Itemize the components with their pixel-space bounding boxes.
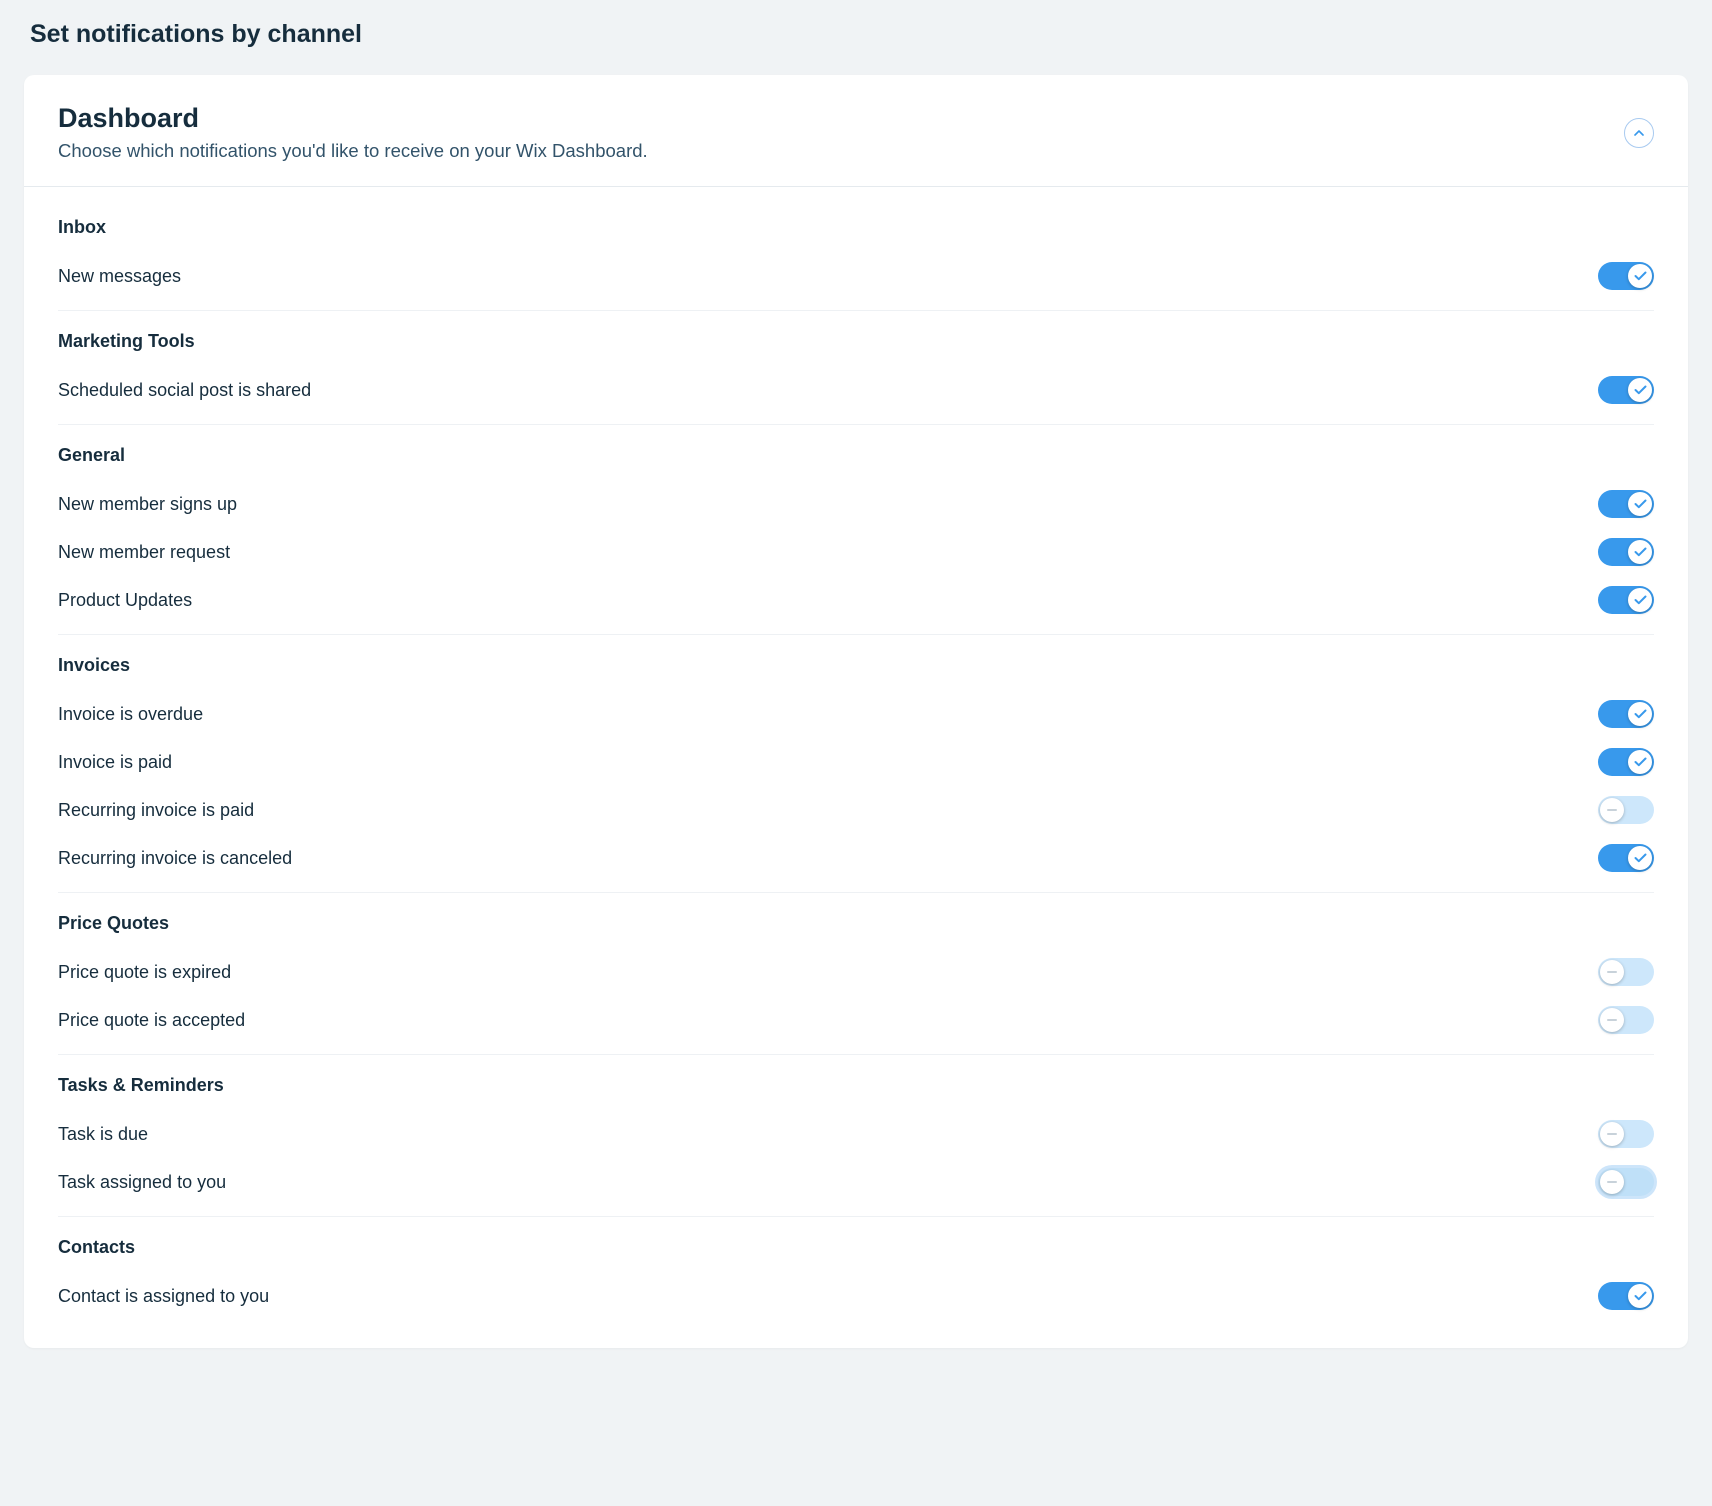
toggle-switch[interactable]: [1598, 1006, 1654, 1034]
settings-group: Marketing Tools Scheduled social post is …: [58, 311, 1654, 425]
setting-label: Invoice is paid: [58, 752, 172, 773]
group-title: Price Quotes: [58, 913, 1654, 934]
card-header: Dashboard Choose which notifications you…: [24, 75, 1688, 187]
dash-icon: [1600, 1122, 1624, 1146]
group-title: General: [58, 445, 1654, 466]
setting-row: Price quote is expired: [58, 948, 1654, 996]
settings-group: Price Quotes Price quote is expired Price …: [58, 893, 1654, 1055]
setting-row: Contact is assigned to you: [58, 1272, 1654, 1320]
settings-group: Contacts Contact is assigned to you: [58, 1217, 1654, 1320]
dash-icon: [1600, 960, 1624, 984]
check-icon: [1628, 540, 1652, 564]
collapse-button[interactable]: [1624, 118, 1654, 148]
setting-label: New member signs up: [58, 494, 237, 515]
chevron-up-icon: [1634, 130, 1644, 136]
check-icon: [1628, 702, 1652, 726]
card-body: Inbox New messages Marketing Tools Schedule…: [24, 187, 1688, 1348]
toggle-switch[interactable]: [1598, 1168, 1654, 1196]
setting-label: Task is due: [58, 1124, 148, 1145]
settings-group: Inbox New messages: [58, 197, 1654, 311]
check-icon: [1628, 492, 1652, 516]
setting-label: Recurring invoice is canceled: [58, 848, 292, 869]
setting-label: Product Updates: [58, 590, 192, 611]
toggle-switch[interactable]: [1598, 958, 1654, 986]
setting-label: Price quote is accepted: [58, 1010, 245, 1031]
card-title: Dashboard: [58, 103, 1624, 134]
toggle-switch[interactable]: [1598, 796, 1654, 824]
group-title: Contacts: [58, 1237, 1654, 1258]
toggle-switch[interactable]: [1598, 376, 1654, 404]
setting-label: Scheduled social post is shared: [58, 380, 311, 401]
setting-row: Recurring invoice is canceled: [58, 834, 1654, 882]
toggle-switch[interactable]: [1598, 490, 1654, 518]
check-icon: [1628, 264, 1652, 288]
page-title: Set notifications by channel: [24, 20, 1688, 49]
check-icon: [1628, 846, 1652, 870]
setting-row: New member request: [58, 528, 1654, 576]
setting-label: Contact is assigned to you: [58, 1286, 269, 1307]
setting-row: Price quote is accepted: [58, 996, 1654, 1044]
dash-icon: [1600, 1008, 1624, 1032]
setting-label: Task assigned to you: [58, 1172, 226, 1193]
setting-row: Task is due: [58, 1110, 1654, 1158]
settings-group: Invoices Invoice is overdue Invoice is pai…: [58, 635, 1654, 893]
setting-row: Product Updates: [58, 576, 1654, 624]
settings-group: Tasks & Reminders Task is due Task assigne…: [58, 1055, 1654, 1217]
toggle-switch[interactable]: [1598, 700, 1654, 728]
dash-icon: [1600, 1170, 1624, 1194]
group-title: Invoices: [58, 655, 1654, 676]
setting-row: New member signs up: [58, 480, 1654, 528]
toggle-switch[interactable]: [1598, 748, 1654, 776]
group-title: Tasks & Reminders: [58, 1075, 1654, 1096]
setting-row: Invoice is paid: [58, 738, 1654, 786]
group-title: Marketing Tools: [58, 331, 1654, 352]
settings-group: General New member signs up New member req…: [58, 425, 1654, 635]
setting-row: New messages: [58, 252, 1654, 300]
card-subtitle: Choose which notifications you'd like to…: [58, 140, 1624, 162]
toggle-switch[interactable]: [1598, 844, 1654, 872]
dashboard-card: Dashboard Choose which notifications you…: [24, 75, 1688, 1348]
setting-row: Task assigned to you: [58, 1158, 1654, 1206]
check-icon: [1628, 378, 1652, 402]
setting-row: Scheduled social post is shared: [58, 366, 1654, 414]
toggle-switch[interactable]: [1598, 586, 1654, 614]
card-header-text: Dashboard Choose which notifications you…: [58, 103, 1624, 162]
setting-label: New member request: [58, 542, 230, 563]
check-icon: [1628, 750, 1652, 774]
group-title: Inbox: [58, 217, 1654, 238]
toggle-switch[interactable]: [1598, 1120, 1654, 1148]
setting-label: Invoice is overdue: [58, 704, 203, 725]
toggle-switch[interactable]: [1598, 1282, 1654, 1310]
setting-label: Recurring invoice is paid: [58, 800, 254, 821]
setting-row: Recurring invoice is paid: [58, 786, 1654, 834]
setting-row: Invoice is overdue: [58, 690, 1654, 738]
dash-icon: [1600, 798, 1624, 822]
check-icon: [1628, 588, 1652, 612]
setting-label: Price quote is expired: [58, 962, 231, 983]
setting-label: New messages: [58, 266, 181, 287]
check-icon: [1628, 1284, 1652, 1308]
toggle-switch[interactable]: [1598, 262, 1654, 290]
toggle-switch[interactable]: [1598, 538, 1654, 566]
